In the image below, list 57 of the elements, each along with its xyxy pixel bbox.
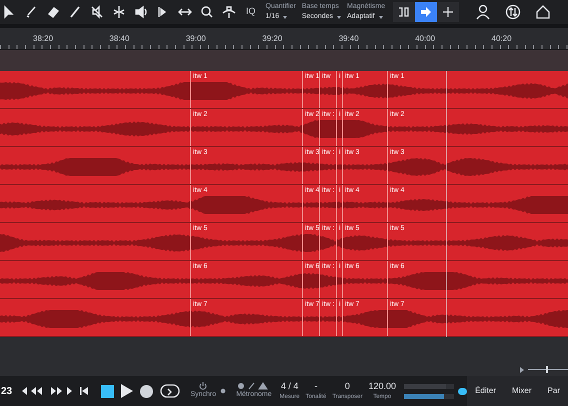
ruler-label: 39:40 [338,33,360,45]
bracket-icon [398,6,410,18]
snap-button[interactable] [393,2,416,22]
sync-icon[interactable] [505,4,522,20]
play-small-icon[interactable] [520,366,524,372]
view-tab[interactable]: Éditer [467,376,504,406]
audio-clip[interactable] [0,185,190,222]
ruler-label: 39:00 [186,33,207,45]
snap-button[interactable] [415,2,438,22]
arrow-icon[interactable] [2,5,16,19]
speaker-icon[interactable] [134,5,148,19]
ruler-label: 40:20 [492,33,513,45]
transport-value[interactable]: 4 / 4 [280,380,298,394]
power-icon[interactable] [199,382,208,390]
rewind-icon[interactable] [22,386,44,396]
audio-clip[interactable] [0,299,190,336]
zoom-slider[interactable] [528,366,568,373]
transport-value[interactable]: 0 [344,380,350,394]
ruler-label: 38:40 [109,33,130,45]
view-tab[interactable]: Mixer [504,376,540,406]
transport-value[interactable]: 120.00 [368,380,396,394]
arrow-right-icon [420,6,432,18]
user-icon[interactable] [475,4,492,20]
caret-icon [337,16,342,18]
transport-value[interactable]: - [314,380,318,394]
mute-icon[interactable] [90,5,104,19]
view-tab[interactable]: Par [540,376,568,406]
ruler-label: 38:20 [33,33,54,45]
position-display: 23 [0,384,14,398]
brush-icon[interactable] [24,5,38,19]
settings-icon[interactable] [220,387,226,395]
play-icon[interactable] [121,384,134,398]
audio-clip[interactable] [0,223,190,260]
caret-icon [378,16,383,18]
ruler-label: 40:00 [415,33,436,45]
audio-clip[interactable] [0,71,190,108]
caret-icon [283,16,288,18]
crosshair-icon [442,6,454,18]
zoom-icon[interactable] [200,5,214,19]
eraser-icon[interactable] [46,5,60,19]
split-icon[interactable] [112,5,126,19]
metronome-icons[interactable] [236,382,271,390]
skip-back-icon[interactable] [80,386,88,396]
audio-clip[interactable] [0,261,190,298]
record-icon[interactable] [140,384,154,398]
ruler-label: 39:20 [262,33,284,45]
stop-button[interactable] [101,384,114,398]
snap-button[interactable] [437,2,460,22]
audio-clip[interactable] [0,109,190,146]
quantize-button[interactable]: IQ [242,5,260,19]
fast-forward-icon[interactable] [51,386,74,396]
loop-icon[interactable] [160,384,180,398]
home-icon[interactable] [535,4,552,20]
audio-clip[interactable] [0,147,190,184]
pencil-icon[interactable] [68,5,82,19]
click-toggle[interactable] [458,388,468,394]
listen-icon[interactable] [222,5,236,19]
